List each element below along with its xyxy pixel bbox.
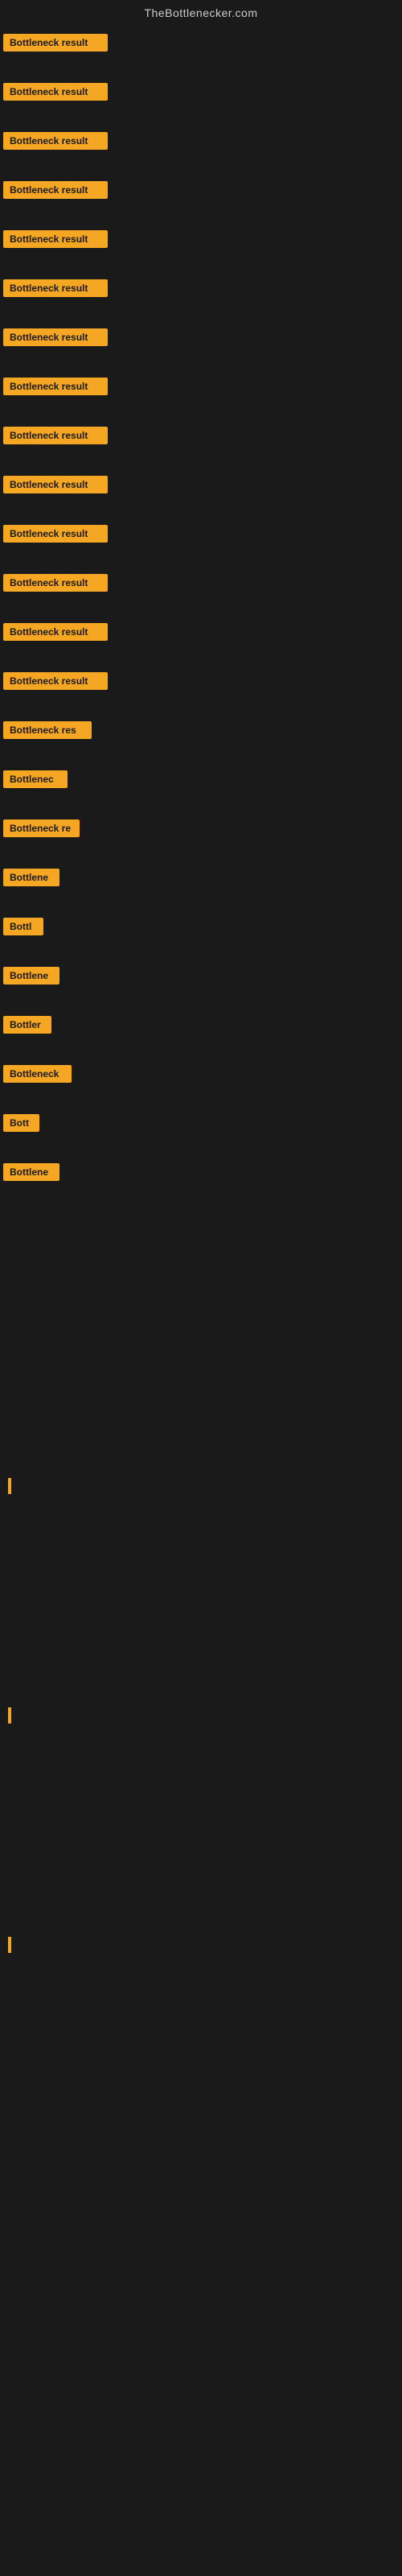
bottleneck-row-5: Bottleneck result: [0, 230, 402, 252]
bottleneck-label-19[interactable]: Bottl: [3, 918, 43, 935]
bottleneck-row-4: Bottleneck result: [0, 181, 402, 203]
bottleneck-row-10: Bottleneck result: [0, 476, 402, 497]
bottleneck-label-4[interactable]: Bottleneck result: [3, 181, 108, 199]
bottleneck-row-2: Bottleneck result: [0, 83, 402, 105]
bottleneck-label-1[interactable]: Bottleneck result: [3, 34, 108, 52]
bottleneck-row-23: Bott: [0, 1114, 402, 1136]
bottleneck-label-18[interactable]: Bottlene: [3, 869, 59, 886]
bottleneck-label-17[interactable]: Bottleneck re: [3, 819, 80, 837]
bottleneck-label-6[interactable]: Bottleneck result: [3, 279, 108, 297]
bottleneck-label-13[interactable]: Bottleneck result: [3, 623, 108, 641]
bottleneck-items-container: Bottleneck result Bottleneck result Bott…: [0, 26, 402, 1196]
bottleneck-row-9: Bottleneck result: [0, 427, 402, 448]
bottleneck-row-16: Bottlenec: [0, 770, 402, 792]
bottleneck-label-20[interactable]: Bottlene: [3, 967, 59, 985]
bottleneck-row-1: Bottleneck result: [0, 34, 402, 56]
bottom-item-2: [8, 1707, 394, 1728]
bottleneck-label-10[interactable]: Bottleneck result: [3, 476, 108, 493]
bottleneck-row-11: Bottleneck result: [0, 525, 402, 547]
bottom-bar-1: [8, 1478, 11, 1494]
bottleneck-label-16[interactable]: Bottlenec: [3, 770, 68, 788]
bottleneck-label-12[interactable]: Bottleneck result: [3, 574, 108, 592]
bottleneck-row-20: Bottlene: [0, 967, 402, 989]
bottleneck-label-3[interactable]: Bottleneck result: [3, 132, 108, 150]
bottleneck-row-21: Bottler: [0, 1016, 402, 1038]
bottleneck-row-6: Bottleneck result: [0, 279, 402, 301]
bottleneck-row-12: Bottleneck result: [0, 574, 402, 596]
bottom-bar-3: [8, 1937, 11, 1953]
bottleneck-label-11[interactable]: Bottleneck result: [3, 525, 108, 543]
bottom-section: [0, 1228, 402, 2013]
bottleneck-row-15: Bottleneck res: [0, 721, 402, 743]
bottom-item-1: [8, 1478, 394, 1498]
bottleneck-label-9[interactable]: Bottleneck result: [3, 427, 108, 444]
bottleneck-row-19: Bottl: [0, 918, 402, 939]
bottleneck-row-8: Bottleneck result: [0, 378, 402, 399]
bottleneck-label-22[interactable]: Bottleneck: [3, 1065, 72, 1083]
bottleneck-label-23[interactable]: Bott: [3, 1114, 39, 1132]
bottleneck-label-14[interactable]: Bottleneck result: [3, 672, 108, 690]
bottleneck-label-7[interactable]: Bottleneck result: [3, 328, 108, 346]
bottleneck-row-7: Bottleneck result: [0, 328, 402, 350]
bottleneck-row-3: Bottleneck result: [0, 132, 402, 154]
site-title: TheBottlenecker.com: [0, 0, 402, 26]
bottleneck-label-2[interactable]: Bottleneck result: [3, 83, 108, 101]
bottleneck-row-24: Bottlene: [0, 1163, 402, 1185]
bottleneck-row-18: Bottlene: [0, 869, 402, 890]
bottleneck-label-5[interactable]: Bottleneck result: [3, 230, 108, 248]
bottleneck-row-22: Bottleneck: [0, 1065, 402, 1087]
bottom-item-3: [8, 1937, 394, 1957]
bottom-bar-2: [8, 1707, 11, 1724]
bottleneck-label-21[interactable]: Bottler: [3, 1016, 51, 1034]
bottleneck-label-24[interactable]: Bottlene: [3, 1163, 59, 1181]
bottleneck-label-8[interactable]: Bottleneck result: [3, 378, 108, 395]
bottleneck-row-13: Bottleneck result: [0, 623, 402, 645]
bottleneck-row-14: Bottleneck result: [0, 672, 402, 694]
bottleneck-row-17: Bottleneck re: [0, 819, 402, 841]
bottleneck-label-15[interactable]: Bottleneck res: [3, 721, 92, 739]
